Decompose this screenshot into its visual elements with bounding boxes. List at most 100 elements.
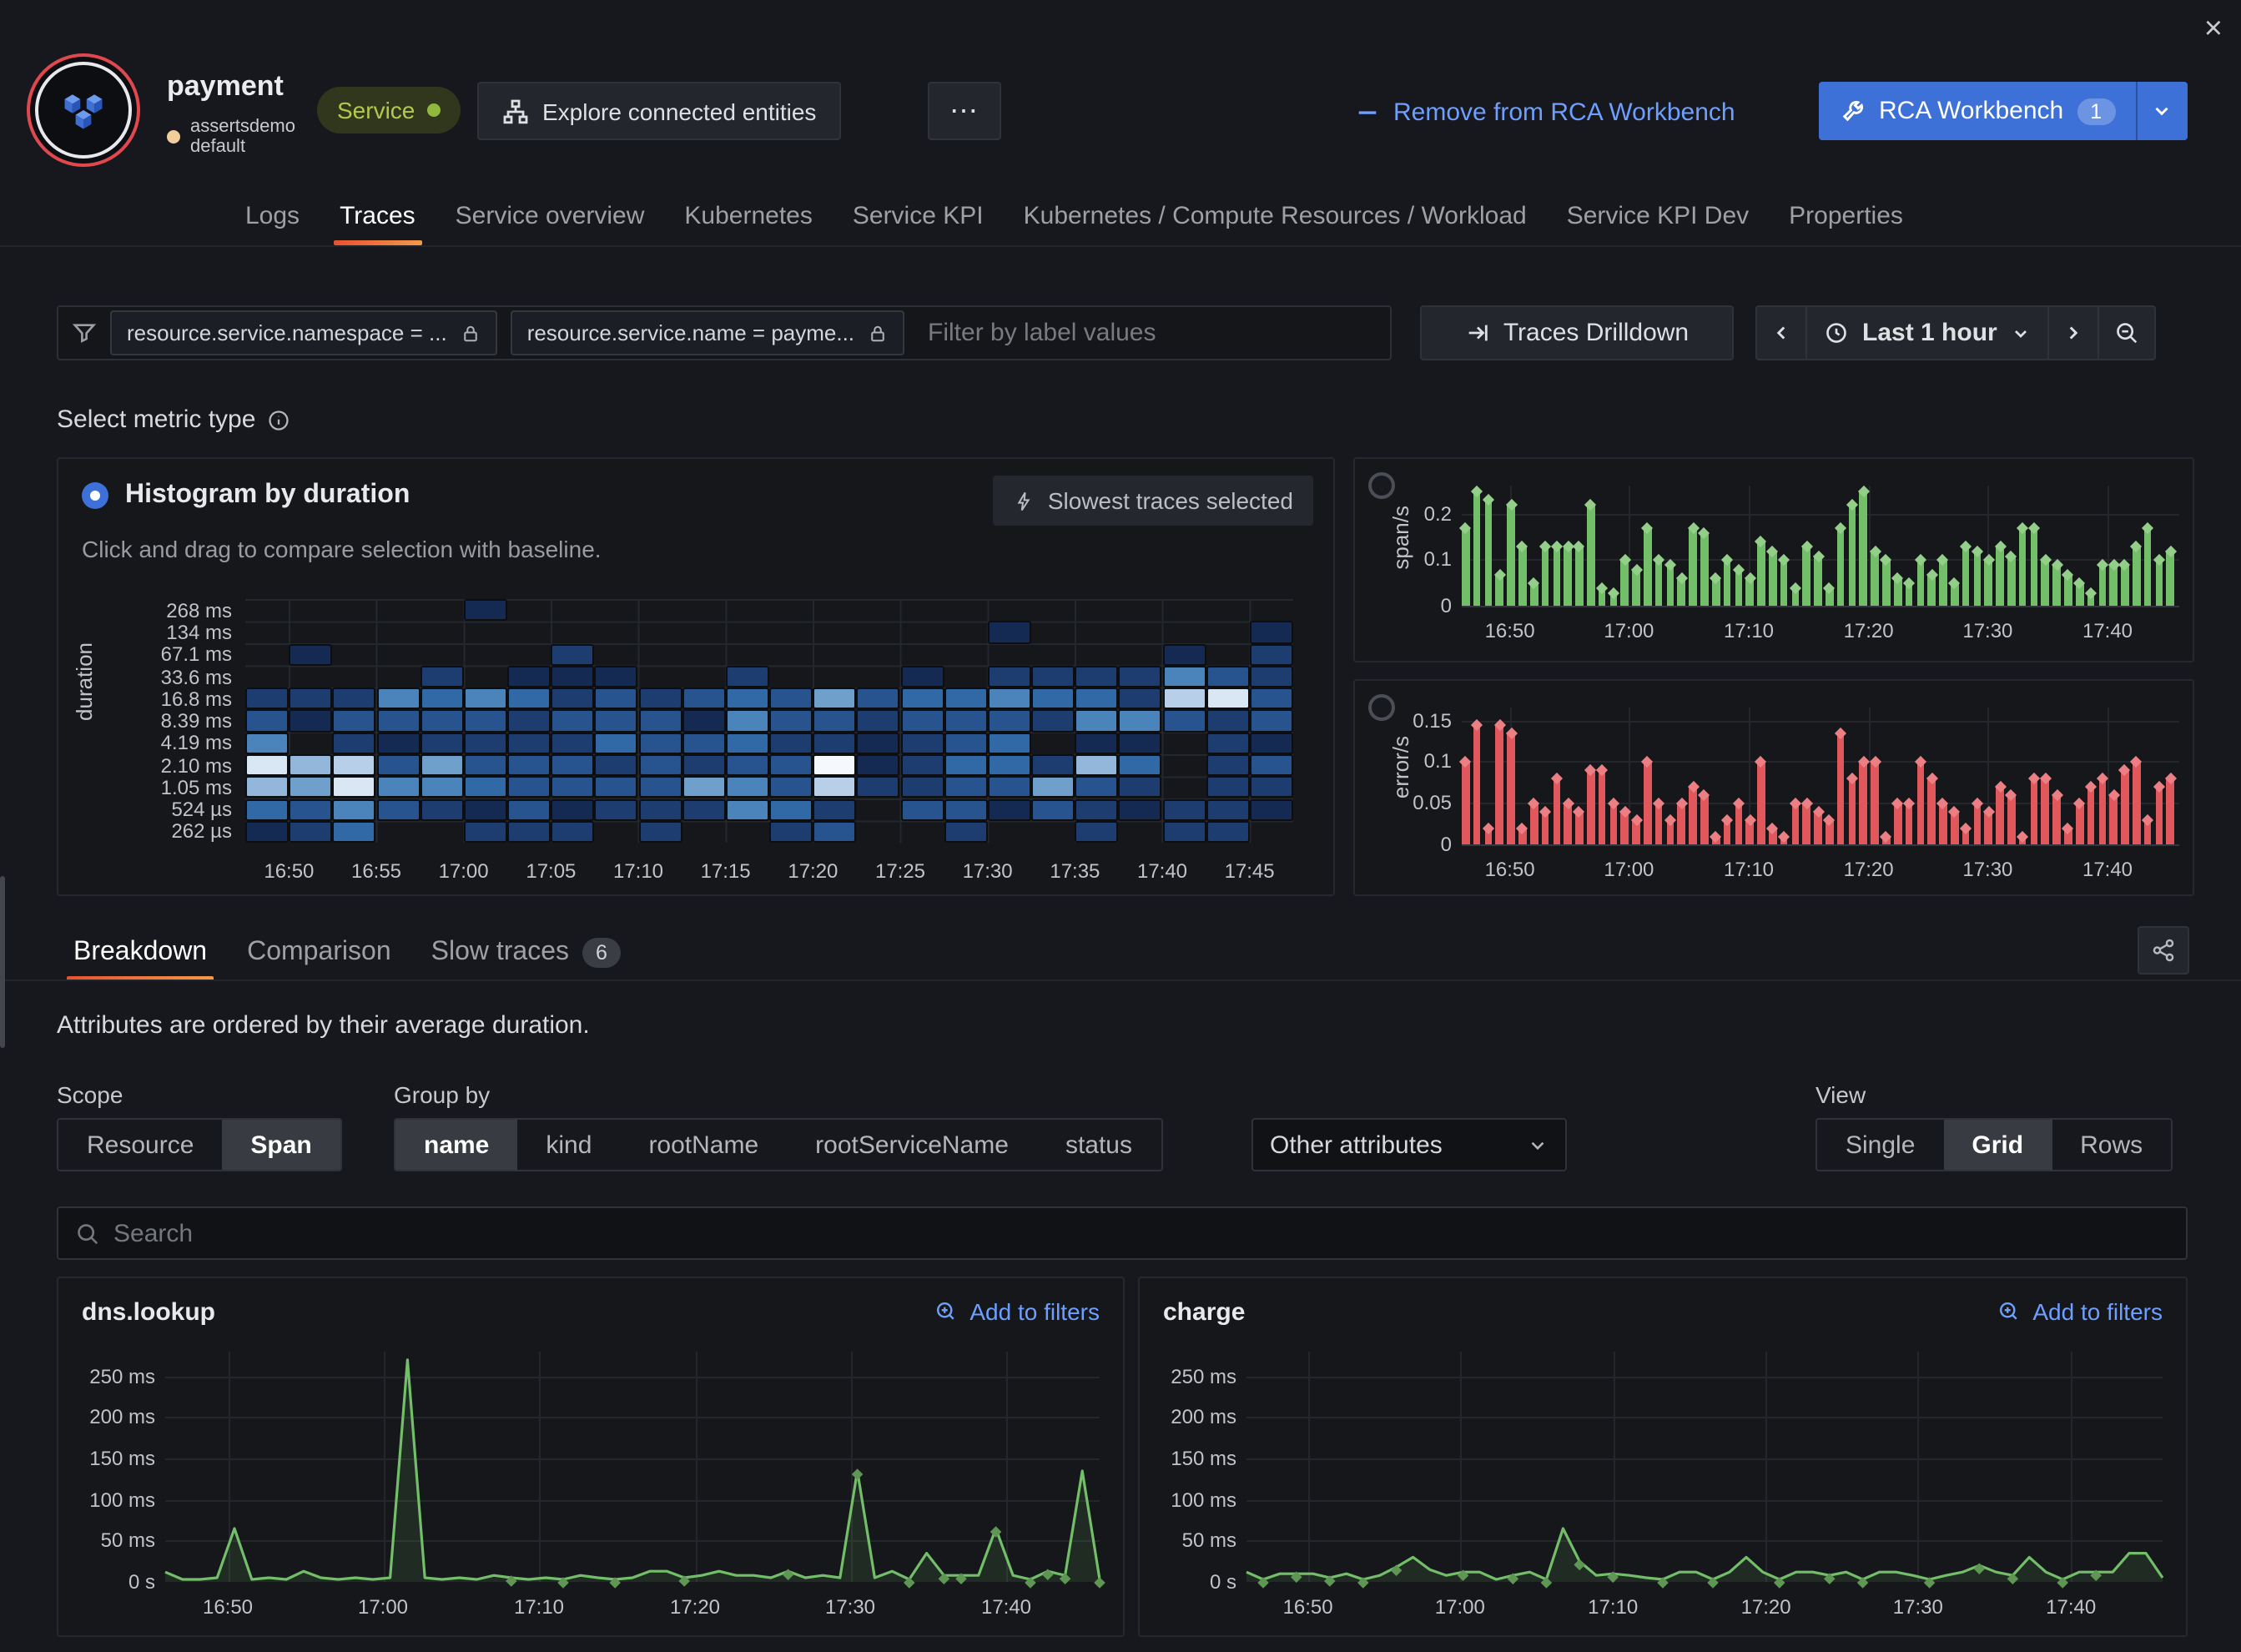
span-rate-bar [1700, 531, 1708, 606]
span-rate-bar [1655, 560, 1663, 606]
rca-workbench-main[interactable]: RCA Workbench 1 [1819, 82, 2135, 140]
tab-service-kpi-dev[interactable]: Service KPI Dev [1550, 185, 1765, 245]
bar-marker [1551, 773, 1563, 784]
tab-service-kpi[interactable]: Service KPI [836, 185, 1000, 245]
error-rate-xtick: 17:10 [1719, 858, 1779, 881]
bar-marker [1744, 573, 1755, 585]
group-by-option-kind[interactable]: kind [517, 1120, 620, 1170]
duration-ytick: 200 ms [1160, 1406, 1236, 1429]
group-by-option-rootname[interactable]: rootName [620, 1120, 787, 1170]
label-filter-bar[interactable]: resource.service.namespace = ... resource… [57, 305, 1392, 360]
breakdown-tab-slow-traces[interactable]: Slow traces6 [415, 923, 637, 981]
span-rate-panel: span/s0.20.1016:5017:0017:1017:2017:3017… [1353, 457, 2194, 662]
filter-chip-1[interactable]: resource.service.name = payme... [511, 310, 904, 355]
bar-marker [1937, 798, 1949, 809]
dns-lookup-line-chart[interactable] [165, 1352, 1100, 1589]
attribute-search-input[interactable]: Search [57, 1206, 2188, 1260]
left-scrollbar-thumb[interactable] [0, 876, 5, 1048]
scope-option-resource[interactable]: Resource [58, 1120, 222, 1170]
span-rate-bar [1746, 578, 1754, 606]
bar-marker [1869, 546, 1881, 557]
tab-logs[interactable]: Logs [229, 185, 316, 245]
group-by-option-rootservicename[interactable]: rootServiceName [787, 1120, 1037, 1170]
remove-from-workbench-link[interactable]: Remove from RCA Workbench [1355, 95, 1735, 128]
slowest-traces-label: Slowest traces selected [1048, 487, 1293, 514]
group-by-option-name[interactable]: name [395, 1120, 517, 1170]
error-rate-bar [2155, 786, 2163, 844]
tab-traces[interactable]: Traces [323, 185, 432, 245]
more-actions-button[interactable]: ⋯ [928, 82, 1001, 140]
error-rate-bar [1632, 819, 1639, 844]
bar-marker [1630, 814, 1642, 826]
bar-marker [1721, 814, 1733, 826]
error-rate-radio[interactable] [1368, 694, 1395, 721]
bar-marker [2119, 559, 2131, 571]
bar-marker [2164, 773, 2176, 784]
view-option-grid[interactable]: Grid [1943, 1120, 2052, 1170]
span-rate-bar [2098, 564, 2106, 606]
time-xtick: 17:40 [976, 1595, 1036, 1619]
span-rate-bar [1473, 491, 1481, 606]
scope-option-span[interactable]: Span [222, 1120, 340, 1170]
bar-marker [2028, 522, 2040, 534]
other-attributes-select[interactable]: Other attributes [1251, 1118, 1567, 1171]
heatmap-cell [990, 733, 1030, 753]
bar-marker [1642, 522, 1654, 534]
filter-chip-0[interactable]: resource.service.namespace = ... [110, 310, 497, 355]
view-option-rows[interactable]: Rows [2052, 1120, 2171, 1170]
explore-connected-entities-button[interactable]: Explore connected entities [477, 82, 841, 140]
histogram-title: Histogram by duration [125, 481, 410, 511]
group-by-option-status[interactable]: status [1037, 1120, 1161, 1170]
bar-marker [2142, 522, 2153, 534]
heatmap-cell [814, 733, 854, 753]
traces-drilldown-label: Traces Drilldown [1503, 319, 1689, 347]
close-icon[interactable]: × [2204, 13, 2223, 45]
bar-marker [1982, 806, 1994, 818]
heatmap-cell [771, 800, 811, 819]
error-rate-bar [1508, 733, 1515, 844]
histogram-duration-radio[interactable] [82, 482, 108, 509]
bar-marker [1528, 577, 1539, 589]
time-tick-label: 17:40 [1132, 859, 1192, 883]
bar-marker [1926, 773, 1937, 784]
heatmap-cell [552, 689, 592, 708]
heatmap-cell [378, 756, 418, 775]
search-plus-icon [934, 1300, 958, 1323]
info-icon[interactable] [267, 408, 290, 431]
duration-heatmap[interactable] [245, 599, 1293, 843]
heatmap-cell [640, 756, 680, 775]
share-icon [2151, 938, 2176, 963]
span-rate-bar [1996, 546, 2003, 606]
add-to-filters-link[interactable]: Add to filters [1997, 1298, 2163, 1325]
add-to-filters-link[interactable]: Add to filters [934, 1298, 1100, 1325]
zoom-out-time-button[interactable] [2099, 307, 2154, 359]
time-xtick: 17:40 [2041, 1595, 2101, 1619]
workbench-dropdown-toggle[interactable] [2137, 82, 2187, 140]
heatmap-cell [990, 689, 1030, 708]
slowest-traces-badge[interactable]: Slowest traces selected [993, 476, 1313, 526]
heatmap-cell [378, 778, 418, 797]
span-rate-bar [1599, 587, 1606, 606]
tab-properties[interactable]: Properties [1772, 185, 1920, 245]
breakdown-tab-comparison[interactable]: Comparison [230, 923, 408, 981]
time-shift-forward-button[interactable] [2049, 307, 2097, 359]
error-rate-bar [1644, 762, 1651, 844]
share-button[interactable] [2138, 926, 2189, 975]
chevron-down-icon [2151, 100, 2173, 122]
charge-line-chart[interactable] [1246, 1352, 2163, 1589]
tab-kubernetes[interactable]: Kubernetes [667, 185, 828, 245]
time-range-button[interactable]: Last 1 hour [1807, 307, 2047, 359]
breakdown-tab-breakdown[interactable]: Breakdown [57, 923, 224, 981]
span-rate-bar [1609, 592, 1617, 606]
tab-service-overview[interactable]: Service overview [439, 185, 662, 245]
error-rate-bar [1462, 762, 1469, 844]
heatmap-cell [1251, 756, 1292, 775]
tab-kubernetes-compute-resources-workload[interactable]: Kubernetes / Compute Resources / Workloa… [1007, 185, 1544, 245]
traces-drilldown-button[interactable]: Traces Drilldown [1420, 305, 1734, 360]
span-rate-radio[interactable] [1368, 472, 1395, 499]
time-xtick: 17:00 [353, 1595, 413, 1619]
heatmap-cell [1251, 689, 1292, 708]
time-shift-back-button[interactable] [1757, 307, 1805, 359]
filter-input-placeholder[interactable]: Filter by label values [928, 319, 1156, 347]
view-option-single[interactable]: Single [1817, 1120, 1943, 1170]
